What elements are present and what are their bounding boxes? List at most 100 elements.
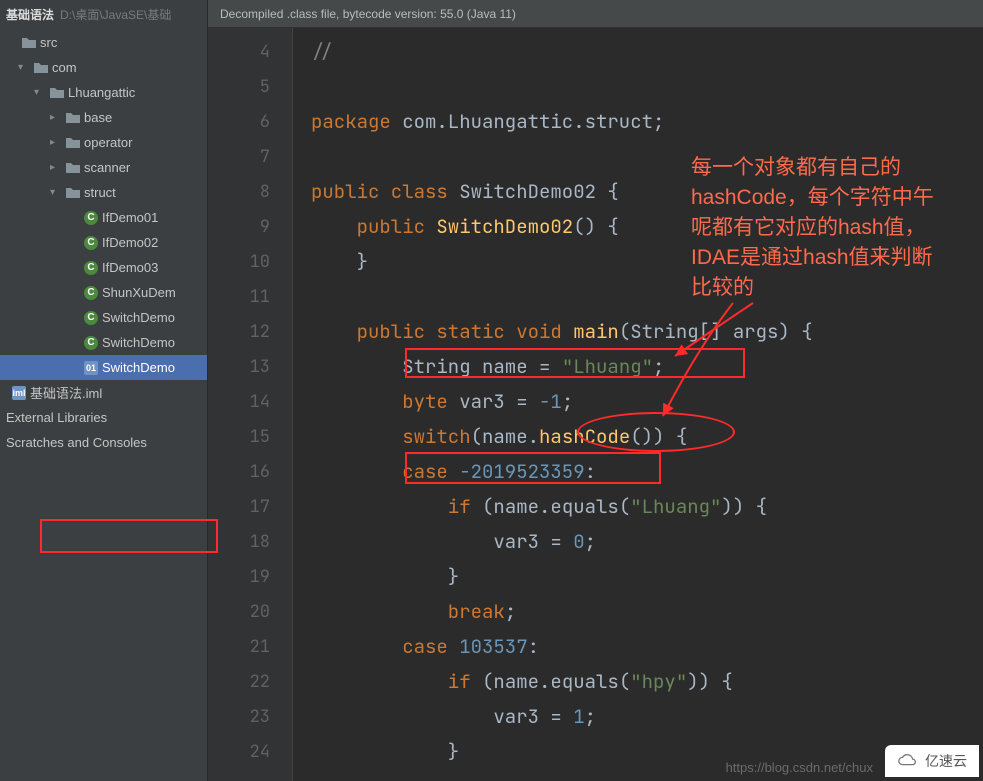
tree-folder-src[interactable]: ▾ src <box>0 30 207 55</box>
annotation-text: 每一个对象都有自己的 hashCode，每个字符中午 呢都有它对应的hash值，… <box>691 153 981 303</box>
code-line: // <box>311 34 983 69</box>
tree-file-switch1[interactable]: C SwitchDemo <box>0 305 207 330</box>
tree-file-ifdemo03[interactable]: C IfDemo03 <box>0 255 207 280</box>
class-file-icon: 01 <box>82 361 100 375</box>
tree-label: IfDemo02 <box>102 235 158 250</box>
tree-label: com <box>52 60 77 75</box>
folder-icon <box>20 37 38 49</box>
tree-folder-operator[interactable]: ▸ operator <box>0 130 207 155</box>
line-number: 9 <box>208 209 292 244</box>
code-line: public static void main(String[] args) { <box>311 314 983 349</box>
iml-file-icon: iml <box>10 386 28 400</box>
line-number: 24 <box>208 734 292 769</box>
code-line: package com.Lhuangattic.struct; <box>311 104 983 139</box>
line-gutter: 4 5 6 7 8 9 10 11 12 13 14 15 16 17 18 1… <box>208 28 293 781</box>
line-number: 14 <box>208 384 292 419</box>
code-line: switch(name.hashCode()) { <box>311 419 983 454</box>
cloud-icon <box>897 753 919 769</box>
tree-label: struct <box>84 185 116 200</box>
tree-label: 基础语法.iml <box>30 383 102 402</box>
chevron-down-icon: ▾ <box>50 187 64 198</box>
java-class-icon: C <box>82 336 100 350</box>
chevron-right-icon: ▸ <box>50 137 64 148</box>
tree-folder-package[interactable]: ▾ Lhuangattic <box>0 80 207 105</box>
code-area[interactable]: // package com.Lhuangattic.struct; publi… <box>293 28 983 781</box>
line-number: 23 <box>208 699 292 734</box>
java-class-icon: C <box>82 311 100 325</box>
tree-label: base <box>84 110 112 125</box>
code-line: byte var3 = -1; <box>311 384 983 419</box>
tree-file-ifdemo02[interactable]: C IfDemo02 <box>0 230 207 255</box>
tree-folder-struct[interactable]: ▾ struct <box>0 180 207 205</box>
editor-panel: Decompiled .class file, bytecode version… <box>208 0 983 781</box>
folder-icon <box>64 112 82 124</box>
logo-badge: 亿速云 <box>885 745 979 777</box>
tree-label: SwitchDemo <box>102 310 175 325</box>
editor-body[interactable]: 4 5 6 7 8 9 10 11 12 13 14 15 16 17 18 1… <box>208 28 983 781</box>
line-number: 5 <box>208 69 292 104</box>
folder-icon <box>32 62 50 74</box>
line-number: 16 <box>208 454 292 489</box>
folder-icon <box>64 162 82 174</box>
chevron-right-icon: ▸ <box>50 162 64 173</box>
java-class-icon: C <box>82 211 100 225</box>
code-line: break; <box>311 594 983 629</box>
tree-label: SwitchDemo <box>102 335 175 350</box>
java-class-icon: C <box>82 236 100 250</box>
java-class-icon: C <box>82 286 100 300</box>
code-line: case 103537: <box>311 629 983 664</box>
decompiled-banner: Decompiled .class file, bytecode version… <box>208 0 983 28</box>
tree-folder-scanner[interactable]: ▸ scanner <box>0 155 207 180</box>
project-name: 基础语法 <box>6 6 54 23</box>
tree-label: src <box>40 35 57 50</box>
folder-icon <box>48 87 66 99</box>
tree-file-ifdemo01[interactable]: C IfDemo01 <box>0 205 207 230</box>
line-number: 7 <box>208 139 292 174</box>
project-tree-panel: 基础语法 D:\桌面\JavaSE\基础 ▾ src ▾ com ▾ Lhuan… <box>0 0 208 781</box>
tree-file-switch2[interactable]: C SwitchDemo <box>0 330 207 355</box>
line-number: 6 <box>208 104 292 139</box>
line-number: 10 <box>208 244 292 279</box>
scratches-consoles[interactable]: Scratches and Consoles <box>0 430 207 455</box>
chevron-down-icon: ▾ <box>34 87 48 98</box>
banner-text: Decompiled .class file, bytecode version… <box>220 7 516 21</box>
code-line: if (name.equals("Lhuang")) { <box>311 489 983 524</box>
tree-folder-base[interactable]: ▸ base <box>0 105 207 130</box>
logo-text: 亿速云 <box>925 751 967 771</box>
tree-file-switch3-selected[interactable]: 01 SwitchDemo <box>0 355 207 380</box>
line-number: 21 <box>208 629 292 664</box>
tree-label: Lhuangattic <box>68 85 135 100</box>
tree-label: scanner <box>84 160 130 175</box>
folder-icon <box>64 137 82 149</box>
external-label: External Libraries <box>6 410 107 425</box>
chevron-right-icon: ▸ <box>50 112 64 123</box>
code-line: if (name.equals("hpy")) { <box>311 664 983 699</box>
line-number: 15 <box>208 419 292 454</box>
external-libraries[interactable]: External Libraries <box>0 405 207 430</box>
code-line: case -2019523359: <box>311 454 983 489</box>
tree-file-shunxu[interactable]: C ShunXuDem <box>0 280 207 305</box>
line-number: 13 <box>208 349 292 384</box>
line-number: 19 <box>208 559 292 594</box>
line-number: 20 <box>208 594 292 629</box>
breadcrumb: 基础语法 D:\桌面\JavaSE\基础 <box>0 0 207 28</box>
code-line <box>311 69 983 104</box>
folder-icon <box>64 187 82 199</box>
java-class-icon: C <box>82 261 100 275</box>
tree-file-iml[interactable]: iml 基础语法.iml <box>0 380 207 405</box>
line-number: 8 <box>208 174 292 209</box>
line-number: 18 <box>208 524 292 559</box>
line-number: 4 <box>208 34 292 69</box>
watermark-text: https://blog.csdn.net/chux <box>726 760 873 775</box>
tree-label: SwitchDemo <box>102 360 175 375</box>
project-tree[interactable]: ▾ src ▾ com ▾ Lhuangattic ▸ base ▸ <box>0 28 207 781</box>
tree-folder-com[interactable]: ▾ com <box>0 55 207 80</box>
code-line: } <box>311 559 983 594</box>
chevron-down-icon: ▾ <box>18 62 32 73</box>
project-path: D:\桌面\JavaSE\基础 <box>60 6 171 23</box>
code-line: } <box>311 734 983 769</box>
tree-label: IfDemo01 <box>102 210 158 225</box>
scratch-label: Scratches and Consoles <box>6 435 147 450</box>
tree-label: ShunXuDem <box>102 285 176 300</box>
tree-label: operator <box>84 135 132 150</box>
